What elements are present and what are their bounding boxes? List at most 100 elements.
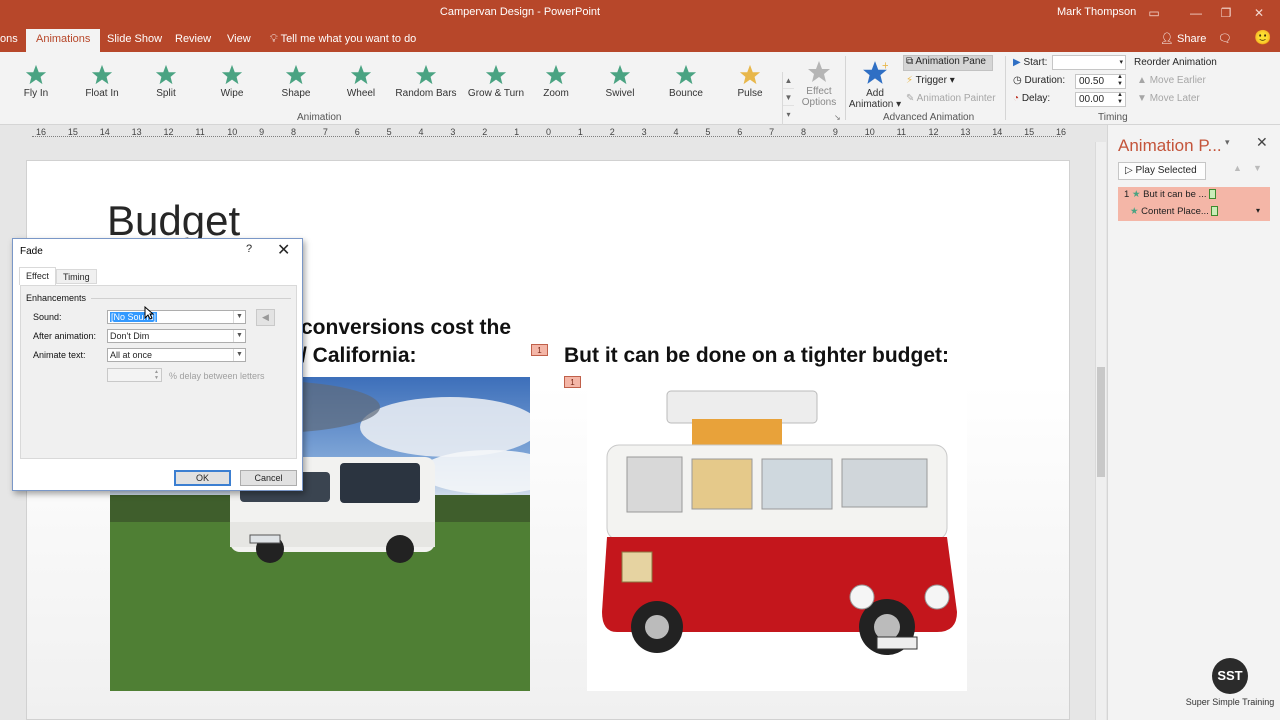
smiley-icon[interactable]: 🙂 bbox=[1254, 29, 1271, 46]
left-heading-line1[interactable]: conversions cost the bbox=[301, 316, 511, 340]
add-animation-icon: + bbox=[863, 61, 888, 84]
animation-zoom[interactable]: Zoom bbox=[524, 58, 588, 108]
close-dialog-icon[interactable]: ✕ bbox=[277, 240, 290, 260]
animation-pane-button[interactable]: ⧉ Animation Pane bbox=[903, 55, 993, 71]
star-icon bbox=[739, 64, 761, 85]
slide-scrollbar[interactable] bbox=[1095, 142, 1106, 720]
dialog-launcher-icon[interactable]: ↘ bbox=[834, 113, 841, 122]
tell-me-box[interactable]: 💡︎ Tell me what you want to do bbox=[270, 33, 416, 46]
animation-float-in[interactable]: Float In bbox=[70, 58, 134, 108]
dialog-title: Fade bbox=[20, 246, 43, 257]
lego-campervan-photo[interactable] bbox=[587, 377, 967, 691]
options-label: Options bbox=[801, 97, 837, 108]
left-heading-line2[interactable]: / California: bbox=[301, 344, 417, 368]
divider bbox=[845, 56, 846, 120]
cancel-button[interactable]: Cancel bbox=[240, 470, 297, 486]
tab-slide-show[interactable]: Slide Show bbox=[107, 33, 162, 45]
right-heading[interactable]: But it can be done on a tighter budget: bbox=[564, 344, 949, 368]
user-name[interactable]: Mark Thompson bbox=[1057, 6, 1136, 18]
after-animation-dropdown[interactable]: Don't Dim ▼ bbox=[107, 329, 246, 343]
animation-tag[interactable]: 1 bbox=[531, 344, 548, 356]
delay-spinner[interactable]: 00.00 ▲ ▼ bbox=[1075, 92, 1126, 107]
ruler-number: 7 bbox=[322, 127, 328, 137]
tab-timing[interactable]: Timing bbox=[56, 269, 97, 284]
animation-label: Random Bars bbox=[395, 88, 457, 99]
star-icon bbox=[285, 64, 307, 85]
animation-bounce[interactable]: Bounce bbox=[654, 58, 718, 108]
section-divider bbox=[91, 298, 291, 299]
animation-painter-button[interactable]: ✎ Animation Painter bbox=[906, 93, 996, 104]
close-pane-icon[interactable]: ✕ bbox=[1256, 134, 1268, 151]
animation-pane-label: Animation Pane bbox=[915, 56, 986, 67]
animation-tag[interactable]: 1 bbox=[564, 376, 581, 388]
duration-spinner[interactable]: 00.50 ▲ ▼ bbox=[1075, 74, 1126, 89]
tab-animations[interactable]: Animations bbox=[26, 29, 101, 52]
after-animation-value: Don't Dim bbox=[110, 331, 150, 341]
gallery-more-icon[interactable]: ▾ bbox=[783, 106, 794, 123]
scroll-thumb[interactable] bbox=[1097, 367, 1105, 477]
move-down-icon[interactable]: ▼ bbox=[1253, 163, 1262, 173]
close-window-icon[interactable]: ✕ bbox=[1245, 3, 1273, 23]
share-label: Share bbox=[1177, 33, 1207, 45]
ruler-number: 13 bbox=[131, 127, 142, 137]
comments-icon[interactable]: 🗨︎ bbox=[1218, 32, 1232, 45]
pane-options-icon[interactable]: ▾ bbox=[1225, 137, 1230, 148]
play-selected-label: Play Selected bbox=[1135, 165, 1197, 176]
delay-icon: ◔ bbox=[1013, 93, 1020, 104]
play-selected-button[interactable]: ▷ Play Selected bbox=[1118, 162, 1206, 180]
animation-split[interactable]: Split bbox=[134, 58, 198, 108]
animation-label: Bounce bbox=[669, 88, 703, 99]
animation-grow-turn[interactable]: Grow & Turn bbox=[460, 58, 532, 108]
delay-letters-label: % delay between letters bbox=[169, 371, 265, 381]
gallery-down-icon[interactable]: ▼ bbox=[783, 89, 794, 106]
animation-wheel[interactable]: Wheel bbox=[329, 58, 393, 108]
ruler-number: 15 bbox=[1024, 127, 1035, 137]
spinner-arrows-icon: ▲ ▼ bbox=[1117, 92, 1123, 105]
effect-label: Effect bbox=[806, 86, 832, 97]
effect-panel: Enhancements Sound: [No Sound] ▼ ◀︎ After… bbox=[20, 285, 297, 459]
list-item[interactable]: 1 ★ But it can be ... bbox=[1124, 189, 1217, 206]
star-icon bbox=[350, 64, 372, 85]
move-later-button[interactable]: ▼ Move Later bbox=[1137, 93, 1200, 104]
animation-swivel[interactable]: Swivel bbox=[588, 58, 652, 108]
move-up-icon[interactable]: ▲ bbox=[1233, 163, 1242, 173]
animation-label: Grow & Turn bbox=[467, 88, 525, 99]
ribbon-display-icon[interactable]: ▭ bbox=[1140, 3, 1168, 23]
animation-random-bars[interactable]: Random Bars bbox=[394, 58, 458, 108]
tab-review[interactable]: Review bbox=[175, 33, 211, 45]
share-button[interactable]: 👤︎ Share bbox=[1160, 32, 1206, 45]
ruler-number: 1 bbox=[577, 127, 583, 137]
ruler-number: 5 bbox=[705, 127, 711, 137]
animate-text-dropdown[interactable]: All at once ▼ bbox=[107, 348, 246, 362]
animation-pulse[interactable]: Pulse bbox=[718, 58, 782, 108]
ruler-number: 6 bbox=[737, 127, 743, 137]
help-icon[interactable]: ? bbox=[246, 243, 252, 255]
delay-letters-spinner[interactable]: ▲ ▼ bbox=[107, 368, 162, 382]
animation-shape[interactable]: Shape bbox=[264, 58, 328, 108]
minimize-icon[interactable]: — bbox=[1182, 3, 1210, 23]
sound-dropdown[interactable]: [No Sound] ▼ bbox=[107, 310, 246, 324]
animation-fly-in[interactable]: Fly In bbox=[4, 58, 68, 108]
start-dropdown[interactable]: ▾ bbox=[1052, 55, 1126, 70]
gallery-up-icon[interactable]: ▲ bbox=[783, 72, 794, 89]
list-item[interactable]: ★ Content Place... ▾ bbox=[1124, 206, 1260, 223]
delay-value: 00.00 bbox=[1079, 94, 1105, 105]
effect-options-button[interactable]: Effect Options bbox=[796, 54, 842, 108]
tab-transitions[interactable]: ons bbox=[0, 33, 18, 45]
add-animation-button[interactable]: + AddAnimation ▾ bbox=[848, 54, 902, 110]
maximize-icon[interactable]: ❐ bbox=[1212, 3, 1240, 23]
gallery-scroll[interactable]: ▲ ▼ ▾ bbox=[782, 72, 794, 125]
ruler-number: 8 bbox=[801, 127, 807, 137]
trigger-button[interactable]: ⚡︎ Trigger ▾ bbox=[906, 75, 955, 86]
animate-text-label: Animate text: bbox=[33, 350, 86, 360]
tab-effect[interactable]: Effect bbox=[19, 267, 56, 285]
animation-wipe[interactable]: Wipe bbox=[200, 58, 264, 108]
tab-view[interactable]: View bbox=[227, 33, 251, 45]
speaker-icon[interactable]: ◀︎ bbox=[256, 309, 275, 326]
ruler-number: 14 bbox=[992, 127, 1003, 137]
ok-button[interactable]: OK bbox=[174, 470, 231, 486]
chevron-down-icon[interactable]: ▾ bbox=[1256, 206, 1260, 215]
move-earlier-button[interactable]: ▲ Move Earlier bbox=[1137, 75, 1206, 86]
star-icon bbox=[25, 64, 47, 85]
animation-list: 1 ★ But it can be ... ★ Content Place...… bbox=[1118, 187, 1270, 221]
